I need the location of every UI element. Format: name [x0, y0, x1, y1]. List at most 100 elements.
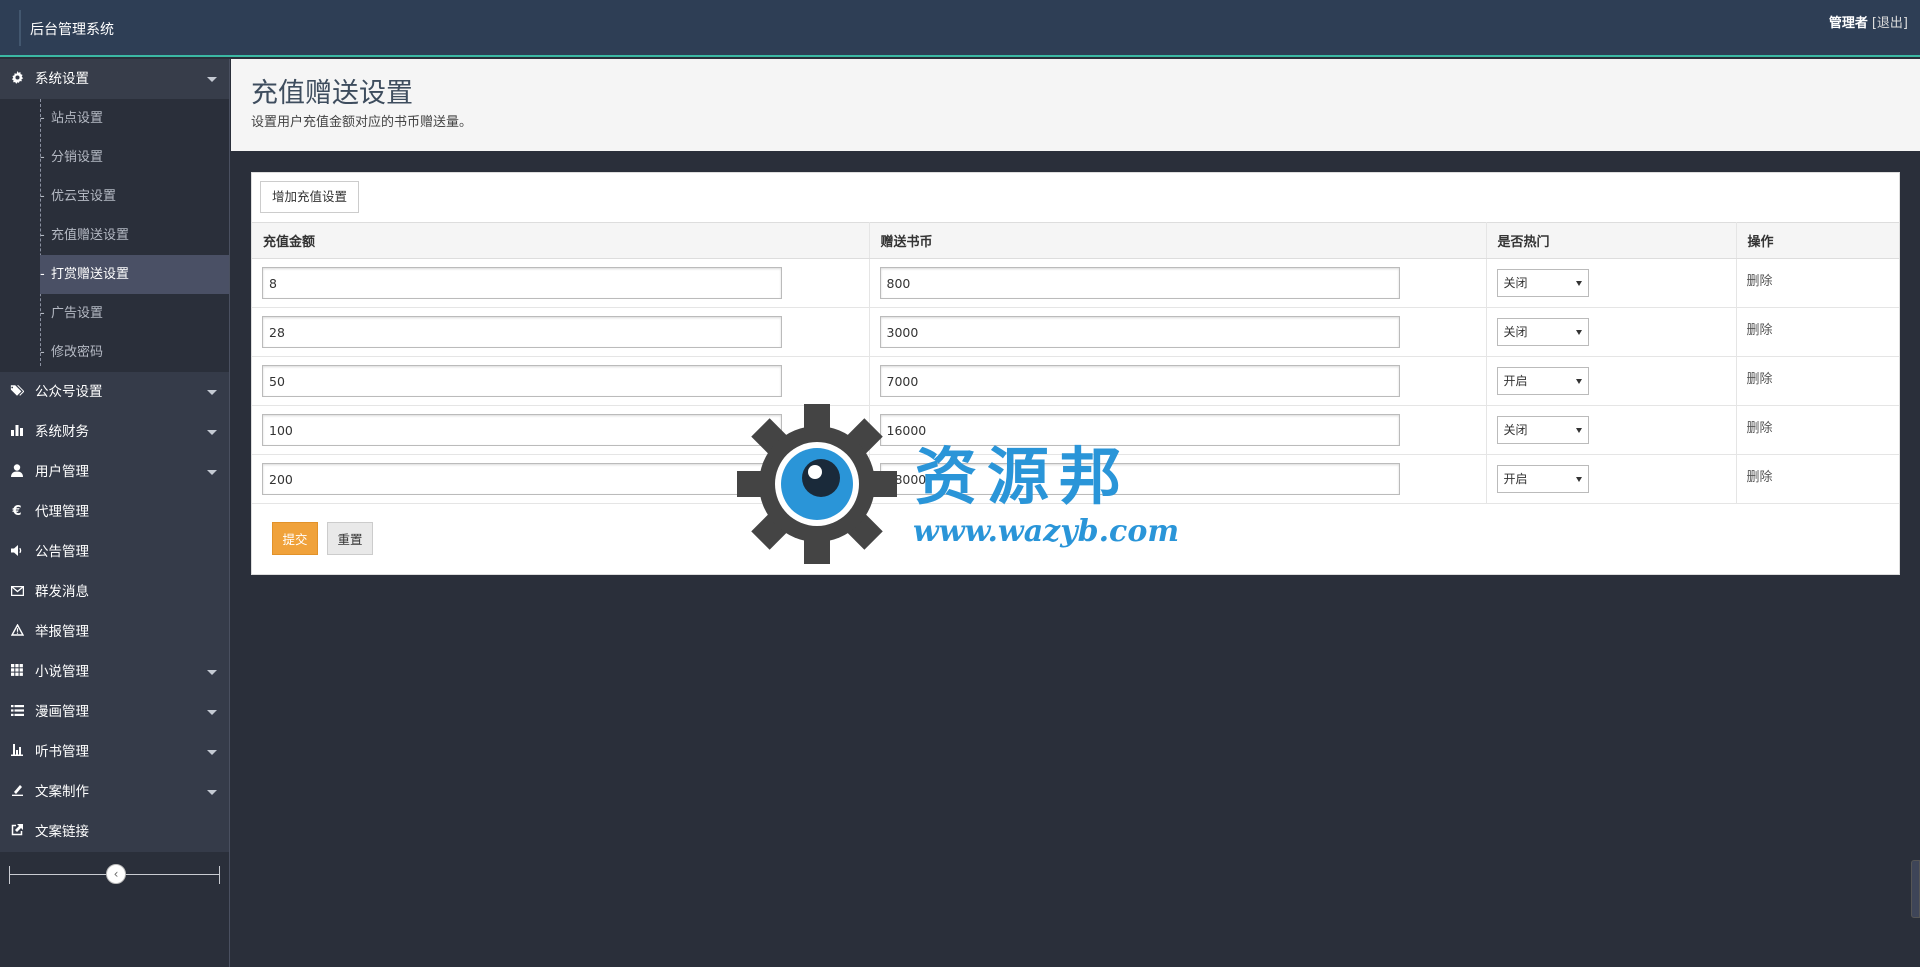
page-subtitle: 设置用户充值金额对应的书币赠送量。 — [251, 115, 473, 130]
user-name: 管理者 — [1828, 16, 1868, 31]
side-panel-handle[interactable] — [1911, 860, 1920, 918]
sidebar-group-system: 系统设置 — [0, 59, 229, 99]
hot-select-value: 开启 — [1503, 374, 1528, 388]
sidebar-subitem-password[interactable]: - 修改密码 — [0, 333, 229, 372]
sidebar-item-label: 用户管理 — [35, 464, 89, 480]
pen-icon — [9, 772, 25, 812]
sidebar-subitem-reward-bonus[interactable]: - 打赏赠送设置 — [40, 255, 229, 294]
sidebar-menu: 公众号设置 系统财务 用户管理 € 代理管理 公告管理 群发消息 举报管理 小说… — [0, 372, 229, 852]
add-recharge-setting-button[interactable]: 增加充值设置 — [260, 181, 360, 213]
dropdown-arrow-icon — [1575, 477, 1582, 482]
sidebar-item-label: 文案链接 — [35, 824, 89, 840]
table-header-row: 充值金额 赠送书币 是否热门 操作 — [252, 222, 1899, 259]
column-header-hot: 是否热门 — [1486, 222, 1737, 259]
caret-down-icon — [207, 750, 217, 755]
amount-input[interactable] — [262, 414, 782, 446]
list-icon — [9, 692, 25, 732]
delete-link[interactable]: 删除 — [1747, 372, 1773, 387]
sidebar-item-label: 漫画管理 — [35, 704, 89, 720]
caret-down-icon — [207, 710, 217, 715]
page-header: 充值赠送设置 设置用户充值金额对应的书币赠送量。 — [231, 59, 1920, 151]
recharge-table: 充值金额 赠送书币 是否热门 操作 关闭 删除 关闭 删除 — [252, 222, 1899, 504]
caret-down-icon — [207, 77, 217, 82]
sidebar-subitem-label: 优云宝设置 — [51, 189, 117, 204]
delete-link[interactable]: 删除 — [1747, 274, 1773, 289]
warning-icon — [9, 612, 25, 652]
hot-select[interactable]: 关闭 — [1496, 318, 1589, 346]
envelope-icon — [9, 572, 25, 612]
sidebar-subitem-label: 分销设置 — [51, 150, 104, 165]
amount-input[interactable] — [262, 267, 782, 299]
hot-select-value: 关闭 — [1503, 423, 1528, 437]
sidebar-item-label: 举报管理 — [35, 624, 89, 640]
sidebar-subitem-ads[interactable]: - 广告设置 — [0, 294, 229, 333]
user-area: 管理者 [退出] — [1829, 12, 1908, 31]
dropdown-arrow-icon — [1575, 281, 1582, 286]
caret-down-icon — [207, 390, 217, 395]
brand-separator — [19, 10, 21, 46]
caret-down-icon — [207, 430, 217, 435]
sidebar-subitem-label: 打赏赠送设置 — [51, 267, 130, 282]
amount-input[interactable] — [262, 463, 782, 495]
sidebar-item-label: 文案制作 — [35, 784, 89, 800]
sidebar-item-wechat[interactable]: 公众号设置 — [0, 372, 229, 412]
sidebar-item-copywriting[interactable]: 文案制作 — [0, 772, 229, 812]
sidebar-item-label: 听书管理 — [35, 744, 89, 760]
sidebar-item-copy-links[interactable]: 文案链接 — [0, 812, 229, 852]
sidebar-subitem-label: 修改密码 — [51, 345, 104, 360]
sidebar-subitem-recharge-bonus[interactable]: - 充值赠送设置 — [0, 216, 229, 255]
sidebar-subitem-site[interactable]: - 站点设置 — [0, 99, 229, 138]
sidebar-item-audiobooks[interactable]: 听书管理 — [0, 732, 229, 772]
sidebar-item-system-settings[interactable]: 系统设置 — [0, 59, 229, 99]
sidebar: 系统设置 - 站点设置 - 分销设置 - 优云宝设置 - 充值赠送设置 - 打赏赠送设置 … — [0, 59, 230, 967]
column-header-action: 操作 — [1736, 222, 1899, 259]
sidebar-collapse-bar: ‹ — [9, 864, 220, 886]
submit-button[interactable]: 提交 — [272, 522, 318, 555]
coins-input[interactable] — [879, 414, 1400, 446]
caret-down-icon — [207, 670, 217, 675]
delete-link[interactable]: 删除 — [1747, 470, 1773, 485]
sidebar-item-notices[interactable]: 公告管理 — [0, 532, 229, 572]
amount-input[interactable] — [262, 316, 782, 348]
delete-link[interactable]: 删除 — [1747, 323, 1773, 338]
hot-select[interactable]: 开启 — [1496, 465, 1589, 493]
sidebar-item-label: 小说管理 — [35, 664, 89, 680]
dropdown-arrow-icon — [1575, 330, 1582, 335]
sidebar-item-finance[interactable]: 系统财务 — [0, 412, 229, 452]
reset-button[interactable]: 重置 — [327, 522, 373, 555]
hot-select-value: 关闭 — [1503, 325, 1528, 339]
sidebar-subitem-distribution[interactable]: - 分销设置 — [0, 138, 229, 177]
collapse-sidebar-button[interactable]: ‹ — [106, 864, 126, 884]
coins-input[interactable] — [879, 365, 1400, 397]
sidebar-item-label: 公告管理 — [35, 544, 89, 560]
sidebar-subitem-youyunbao[interactable]: - 优云宝设置 — [0, 177, 229, 216]
sidebar-subitem-label: 站点设置 — [51, 111, 104, 126]
top-navbar: 后台管理系统 管理者 [退出] — [0, 0, 1920, 57]
hot-select[interactable]: 开启 — [1496, 367, 1589, 395]
amount-input[interactable] — [262, 365, 782, 397]
hot-select[interactable]: 关闭 — [1496, 416, 1589, 444]
coins-input[interactable] — [879, 316, 1400, 348]
settings-panel: 增加充值设置 充值金额 赠送书币 是否热门 操作 关闭 删除 关闭 删除 — [251, 172, 1900, 575]
hot-select-value: 开启 — [1503, 472, 1528, 486]
page-title: 充值赠送设置 — [251, 78, 413, 109]
bar-chart-icon — [9, 412, 25, 452]
sidebar-item-comics[interactable]: 漫画管理 — [0, 692, 229, 732]
dropdown-arrow-icon — [1575, 379, 1582, 384]
sidebar-item-label: 系统财务 — [35, 424, 89, 440]
table-row: 开启 删除 — [252, 454, 1899, 504]
share-icon — [9, 812, 25, 852]
sidebar-item-users[interactable]: 用户管理 — [0, 452, 229, 492]
coins-input[interactable] — [879, 267, 1400, 299]
caret-down-icon — [207, 470, 217, 475]
sidebar-item-agents[interactable]: € 代理管理 — [0, 492, 229, 532]
hot-select[interactable]: 关闭 — [1496, 269, 1589, 297]
column-header-coins: 赠送书币 — [869, 222, 1487, 259]
sidebar-item-novels[interactable]: 小说管理 — [0, 652, 229, 692]
sidebar-item-broadcast[interactable]: 群发消息 — [0, 572, 229, 612]
logout-link[interactable]: [退出] — [1872, 16, 1908, 31]
table-row: 关闭 删除 — [252, 258, 1899, 308]
sidebar-item-reports[interactable]: 举报管理 — [0, 612, 229, 652]
coins-input[interactable] — [879, 463, 1400, 495]
delete-link[interactable]: 删除 — [1747, 421, 1773, 436]
